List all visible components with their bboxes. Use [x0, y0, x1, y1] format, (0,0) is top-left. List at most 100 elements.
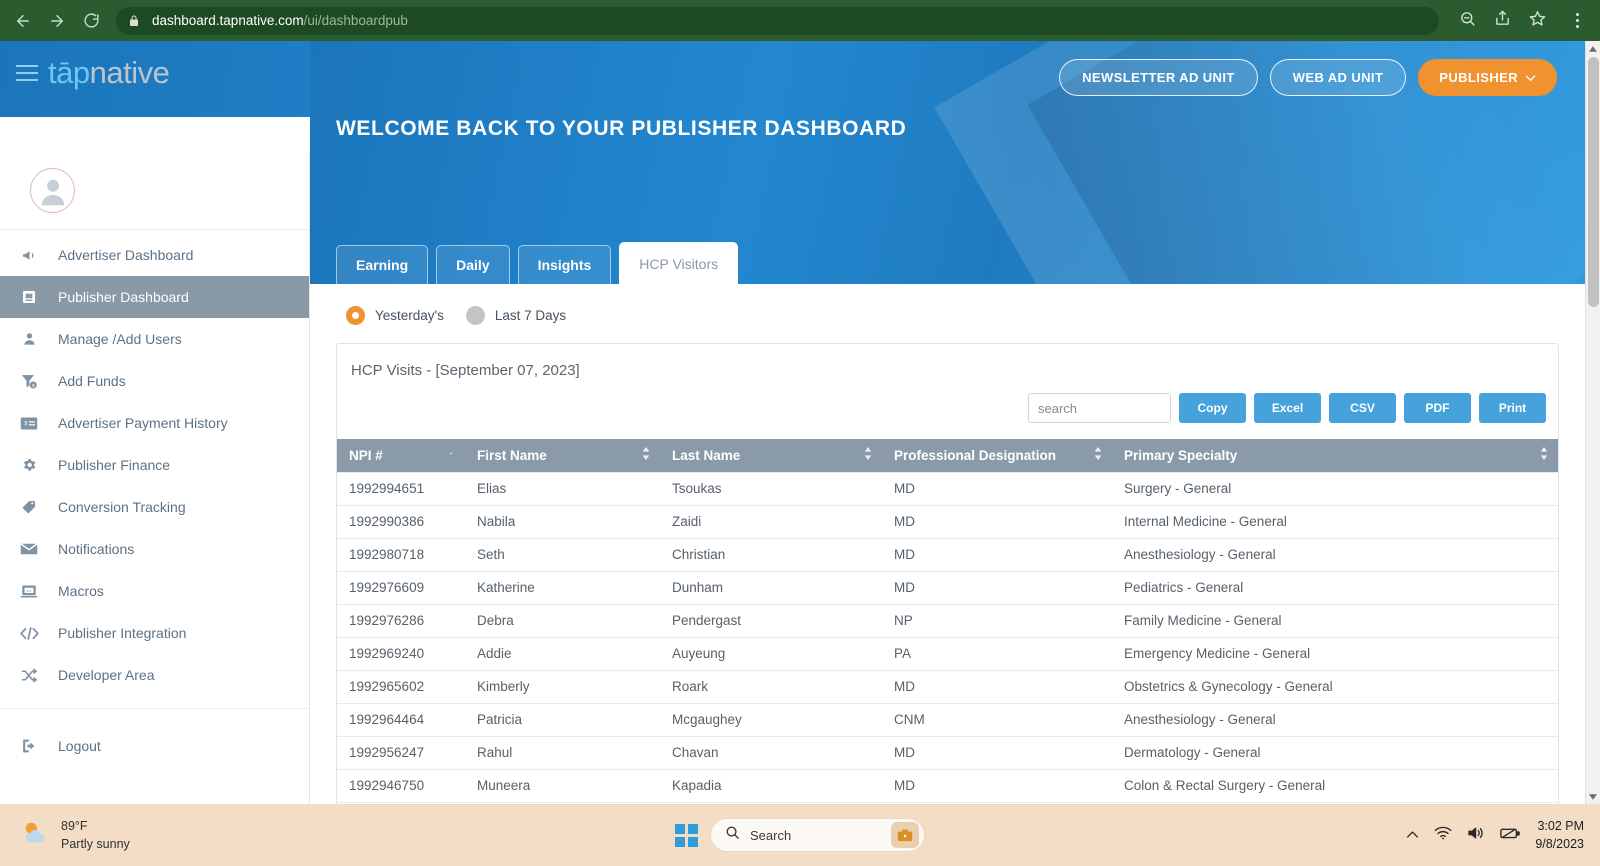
star-icon[interactable]: [1529, 10, 1546, 32]
csv-button[interactable]: CSV: [1329, 393, 1396, 423]
sidebar-item-add-funds[interactable]: $ Add Funds: [0, 360, 309, 402]
table-cell: CNM: [882, 703, 1112, 737]
table-row[interactable]: 1992956247 Rahul Chavan MD Dermatology - Gen…: [337, 736, 1558, 770]
column-header-last-name[interactable]: Last Name: [660, 439, 882, 472]
zoom-out-icon[interactable]: [1459, 10, 1476, 32]
column-label: NPI #: [349, 447, 383, 463]
sidebar-item-developer-area[interactable]: Developer Area: [0, 654, 309, 696]
table-row[interactable]: 1992969240 Addie Auyeung PA Emergency Medici…: [337, 637, 1558, 671]
table-cell: MD: [882, 769, 1112, 803]
tab-insights[interactable]: Insights: [517, 245, 612, 284]
tab-hcp-visitors[interactable]: HCP Visitors: [619, 242, 739, 284]
column-header-first-name[interactable]: First Name: [465, 439, 660, 472]
sidebar-item-label: Advertiser Dashboard: [58, 247, 194, 263]
print-button[interactable]: Print: [1479, 393, 1546, 423]
table-cell: Seth: [465, 538, 660, 572]
sidebar-menu: Advertiser Dashboard Publisher Dashboard…: [0, 230, 309, 767]
page-scrollbar[interactable]: [1585, 41, 1600, 804]
table-cell: Internal Medicine - General: [1112, 505, 1558, 539]
table-cell: Roark: [660, 670, 882, 704]
sidebar-item-notifications[interactable]: Notifications: [0, 528, 309, 570]
table-row[interactable]: 1992990386 Nabila Zaidi MD Internal Medicine…: [337, 505, 1558, 539]
sidebar-item-advertiser-dashboard[interactable]: Advertiser Dashboard: [0, 234, 309, 276]
sidebar-item-conversion-tracking[interactable]: Conversion Tracking: [0, 486, 309, 528]
scrollbar-thumb[interactable]: [1588, 57, 1599, 307]
table-cell: Anesthesiology - General: [1112, 538, 1558, 572]
web-ad-unit-button[interactable]: WEB AD UNIT: [1269, 59, 1407, 96]
tab-earning[interactable]: Earning: [336, 245, 429, 284]
share-icon[interactable]: [1494, 10, 1511, 32]
table-cell: MD: [882, 670, 1112, 704]
sidebar-item-manage-add-users[interactable]: Manage /Add Users: [0, 318, 309, 360]
back-arrow-icon[interactable]: [8, 6, 38, 36]
logo-text: tāpnative: [48, 57, 170, 88]
table-row[interactable]: 1992976609 Katherine Dunham MD Pediatrics - …: [337, 571, 1558, 605]
radio-yesterdays[interactable]: [346, 306, 365, 325]
avatar[interactable]: [30, 167, 75, 213]
table-cell: Kapadia: [660, 769, 882, 803]
kebab-menu-icon[interactable]: [1564, 6, 1590, 36]
sidebar-item-macros[interactable]: <> Macros: [0, 570, 309, 612]
excel-button[interactable]: Excel: [1254, 393, 1321, 423]
tab-daily[interactable]: Daily: [436, 245, 510, 284]
table-cell: Auyeung: [660, 637, 882, 671]
envelope-icon: [18, 542, 40, 556]
volume-icon[interactable]: [1467, 826, 1485, 845]
tray-expand-icon[interactable]: [1406, 826, 1419, 844]
table-cell: Anesthesiology - General: [1112, 703, 1558, 737]
forward-arrow-icon[interactable]: [42, 6, 72, 36]
brand-logo[interactable]: tāpnative: [16, 57, 170, 88]
svg-text:$: $: [32, 383, 35, 389]
table-cell: 1992946750: [337, 769, 465, 803]
partly-sunny-icon: [20, 820, 50, 851]
table-cell: Dermatology - General: [1112, 736, 1558, 770]
publisher-dropdown-button[interactable]: PUBLISHER: [1418, 59, 1557, 96]
clock-date: 9/8/2023: [1535, 837, 1584, 851]
weather-widget[interactable]: 89°F Partly sunny: [0, 817, 130, 853]
scroll-up-icon[interactable]: [1586, 41, 1600, 56]
battery-icon[interactable]: [1500, 826, 1521, 845]
sidebar-item-logout[interactable]: Logout: [0, 725, 309, 767]
sidebar-item-label: Logout: [58, 738, 101, 754]
hamburger-menu-icon[interactable]: [16, 64, 38, 81]
scroll-down-icon[interactable]: [1586, 789, 1600, 804]
table-row[interactable]: 1992964464 Patricia Mcgaughey CNM Anesthesio…: [337, 703, 1558, 737]
pdf-button[interactable]: PDF: [1404, 393, 1471, 423]
table-row[interactable]: 1992994651 Elias Tsoukas MD Surgery - Genera…: [337, 471, 1558, 506]
table-cell: Pediatrics - General: [1112, 571, 1558, 605]
sidebar-item-publisher-integration[interactable]: Publisher Integration: [0, 612, 309, 654]
search-input[interactable]: [1028, 393, 1171, 423]
clock[interactable]: 3:02 PM 9/8/2023: [1535, 817, 1584, 853]
sidebar-item-label: Publisher Finance: [58, 457, 171, 473]
table-row[interactable]: 1992965602 Kimberly Roark MD Obstetrics & Gy…: [337, 670, 1558, 704]
wifi-icon[interactable]: [1434, 826, 1452, 845]
column-header-primary-specialty[interactable]: Primary Specialty: [1112, 439, 1558, 472]
table-cell: 1992994651: [337, 471, 465, 506]
table-cell: 1992964464: [337, 703, 465, 737]
copy-button[interactable]: Copy: [1179, 393, 1246, 423]
radio-last-7-days-label: Last 7 Days: [494, 308, 567, 323]
sidebar-item-publisher-finance[interactable]: Publisher Finance: [0, 444, 309, 486]
user-icon: [18, 331, 40, 347]
newsletter-ad-unit-button[interactable]: NEWSLETTER AD UNIT: [1059, 59, 1258, 96]
radio-last-7-days[interactable]: [465, 306, 485, 325]
clock-time: 3:02 PM: [1537, 818, 1584, 833]
table-cell: 1992965602: [337, 670, 465, 704]
system-tray: 3:02 PM 9/8/2023: [1406, 817, 1584, 853]
table-row[interactable]: 1992946750 Muneera Kapadia MD Colon & Rectal…: [337, 769, 1558, 803]
address-bar[interactable]: dashboard.tapnative.com/ui/dashboardpub: [116, 6, 1439, 35]
briefcase-icon[interactable]: [891, 822, 919, 848]
sidebar-item-publisher-dashboard[interactable]: Publisher Dashboard: [0, 276, 309, 318]
table-row[interactable]: 1992976286 Debra Pendergast NP Family Medici…: [337, 604, 1558, 638]
sidebar-item-advertiser-payment-history[interactable]: $ Advertiser Payment History: [0, 402, 309, 444]
column-header-professional-designation[interactable]: Professional Designation: [882, 439, 1112, 472]
table-row[interactable]: 1992980718 Seth Christian MD Anesthesiology …: [337, 538, 1558, 572]
table-cell: Colon & Rectal Surgery - General: [1112, 769, 1558, 803]
svg-text:<>: <>: [26, 588, 32, 593]
sidebar-item-label: Add Funds: [58, 373, 126, 389]
table-header: NPI # First Name Last Name Professional …: [337, 439, 1558, 472]
column-header-npi[interactable]: NPI #: [337, 439, 465, 472]
windows-start-icon[interactable]: [675, 823, 698, 847]
taskbar-search[interactable]: Search: [710, 818, 925, 852]
reload-icon[interactable]: [76, 6, 106, 36]
